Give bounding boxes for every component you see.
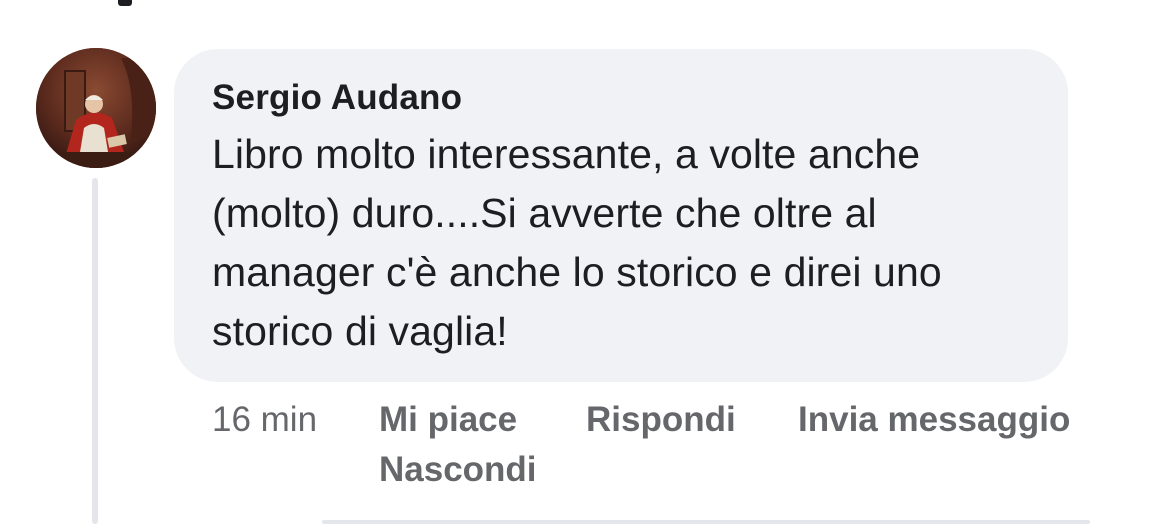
thread-connector-line (92, 178, 98, 524)
comment-bubble: Sergio Audano Libro molto interessante, … (174, 49, 1068, 382)
send-message-button[interactable]: Invia messaggio (798, 396, 1070, 444)
portrait-painting-avatar-icon (36, 48, 156, 168)
hide-button[interactable]: Nascondi (379, 446, 537, 494)
comment-author[interactable]: Sergio Audano (212, 77, 1038, 119)
like-button[interactable]: Mi piace (379, 396, 517, 444)
comment-timestamp[interactable]: 16 min (212, 396, 317, 444)
cropped-text-fragment (118, 0, 132, 6)
comment-thread: Sergio Audano Libro molto interessante, … (0, 0, 1170, 524)
reply-button[interactable]: Rispondi (586, 396, 736, 444)
comment-text: Libro molto interessante, a volte anche … (212, 131, 942, 354)
avatar[interactable] (36, 48, 156, 168)
next-element-edge (322, 520, 1090, 524)
